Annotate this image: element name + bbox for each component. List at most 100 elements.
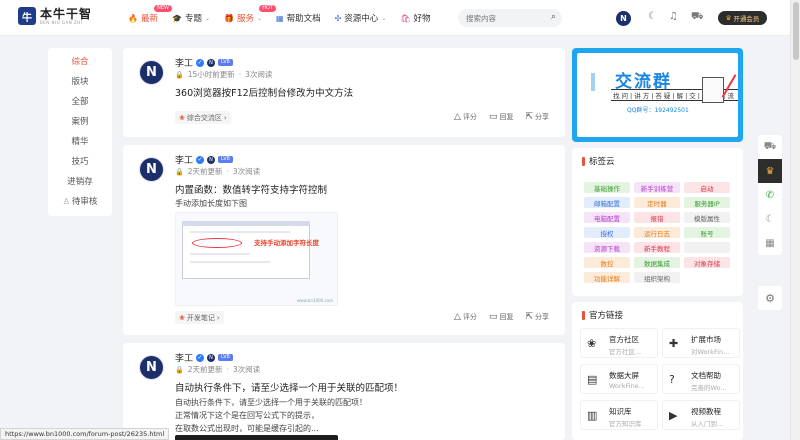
moon-icon[interactable]: ☾: [648, 11, 657, 22]
post-title[interactable]: 自动执行条件下，请至少选择一个用于关联的匹配项！: [175, 380, 403, 394]
cart-icon[interactable]: ⛟: [691, 11, 704, 24]
thumbnail-screenshot: [182, 221, 310, 279]
nav-services[interactable]: 🎁 服务 ⌄ HOT: [224, 5, 277, 24]
nav-goods[interactable]: 🛍 好物: [400, 12, 430, 25]
author-row: 李工 ✓ N LV8: [175, 56, 233, 69]
action-label: 分享: [535, 113, 549, 121]
sidebar-item-overall[interactable]: 综合: [48, 52, 112, 72]
action-label: 评分: [462, 113, 477, 121]
official-links-card: 官方链接 ❀ 官方社区 官方社区... ✚ 扩展市场 对WorkFin... ▤ 数据大屏 Wo…: [572, 302, 743, 440]
tag-item[interactable]: 授权: [584, 227, 630, 238]
highlight-circle: [192, 238, 242, 248]
sidebar-item-pending[interactable]: ♙ 待审核: [48, 192, 112, 212]
author-avatar[interactable]: N: [139, 355, 164, 380]
chevron-down-icon: ⌄: [204, 14, 210, 22]
nav-resource-center[interactable]: ✣ 资源中心 ⌄: [334, 12, 387, 25]
qr-code-button[interactable]: ▦: [758, 231, 782, 255]
share-button[interactable]: ⇱ 分享: [525, 312, 549, 322]
site-logo[interactable]: 牛 本牛干智 BEN NIU GAN ZHI: [18, 7, 92, 25]
author-avatar[interactable]: N: [139, 60, 164, 85]
sidebar-item-tips[interactable]: 技巧: [48, 152, 112, 172]
tag-item[interactable]: [684, 242, 730, 253]
dark-mode-button[interactable]: ☾: [758, 207, 782, 231]
share-button[interactable]: ⇱ 分享: [525, 112, 549, 122]
tag-item[interactable]: 邮箱配置: [584, 197, 630, 208]
tag-item[interactable]: 数据集成: [634, 257, 680, 268]
page-scrollbar[interactable]: [790, 0, 800, 440]
open-vip-button[interactable]: ♛ 开通会员: [718, 11, 767, 25]
link-description: 从入门到...: [691, 420, 724, 428]
group-banner[interactable]: 交流群 找问|讲方|答疑|解|交|交|交|流 QQ群号：192492501: [572, 48, 743, 142]
nav-topics[interactable]: 🎓 专题 ⌄: [172, 12, 210, 25]
tag-icon: ❀: [179, 313, 185, 322]
excerpt-line: 自动执行条件下，请至少选择一个用于关联的匹配项！: [175, 398, 367, 407]
tag-item[interactable]: 服务器IP: [684, 197, 730, 208]
search-icon[interactable]: ⌕: [551, 12, 556, 22]
scrollbar-thumb[interactable]: [793, 2, 799, 60]
crown-icon: ♛: [725, 14, 732, 22]
nav-label: 帮助文档: [286, 14, 321, 24]
sidebar-item-all[interactable]: 全部: [48, 92, 112, 112]
post-card[interactable]: N 李工 ✓ N LV8 🔒 2天前更新 · 3次阅读 自动执行条件下，请至少选…: [123, 343, 565, 440]
post-title[interactable]: 360浏览器按F12后控制台修改为中文方法: [175, 85, 353, 99]
tag-item[interactable]: 定时器: [634, 197, 680, 208]
tag-item[interactable]: 模版属性: [684, 212, 730, 223]
author-name[interactable]: 李工: [175, 351, 193, 364]
reply-button[interactable]: ▭ 回复: [489, 312, 514, 322]
official-link-item[interactable]: ❀ 官方社区 官方社区...: [580, 328, 658, 358]
tag-item[interactable]: 资源下载: [584, 242, 630, 253]
post-reads: 3次阅读: [232, 365, 261, 374]
tag-item[interactable]: 电脑配置: [584, 212, 630, 223]
tag-item[interactable]: 新手教程: [634, 242, 680, 253]
tag-item[interactable]: 新手训练营: [634, 182, 680, 193]
rate-button[interactable]: △ 评分: [454, 312, 477, 322]
official-link-item[interactable]: ▤ 数据大屏 WorkFine...: [580, 364, 658, 394]
tag-item[interactable]: 报错: [634, 212, 680, 223]
reply-button[interactable]: ▭ 回复: [489, 112, 514, 122]
nav-latest[interactable]: 🔥 最新 NEW: [128, 5, 172, 24]
top-header: 牛 本牛干智 BEN NIU GAN ZHI 🔥 最新 NEW 🎓 专题 ⌄ 🎁…: [0, 0, 790, 36]
settings-button[interactable]: ⚙: [758, 286, 782, 310]
official-link-item[interactable]: ▥ 知识库 官方知识库: [580, 400, 658, 430]
official-link-item[interactable]: ▶ 视频教程 从入门到...: [662, 400, 740, 430]
author-name[interactable]: 李工: [175, 153, 193, 166]
tag-item[interactable]: 数控: [584, 257, 630, 268]
sidebar-item-inventory[interactable]: 进销存: [48, 172, 112, 192]
tag-item[interactable]: 启动: [684, 182, 730, 193]
post-thumbnail[interactable]: [175, 435, 338, 440]
tag-icon: ❀: [179, 113, 185, 122]
resource-icon: ✣: [334, 13, 342, 23]
user-icon: ♙: [62, 197, 70, 206]
post-tag[interactable]: ❀ 开发笔记 ›: [175, 311, 224, 324]
author-row: 李工 ✓ N LV8: [175, 351, 233, 364]
official-link-item[interactable]: ? 文档帮助 完善的Wo...: [662, 364, 740, 394]
official-link-item[interactable]: ✚ 扩展市场 对WorkFin...: [662, 328, 740, 358]
left-sidebar: 综合 版块 全部 案例 精华 技巧 进销存 ♙ 待审核: [48, 48, 112, 216]
tag-item[interactable]: 功能详解: [584, 272, 630, 283]
rate-button[interactable]: △ 评分: [454, 112, 477, 122]
tag-item[interactable]: 基础操作: [584, 182, 630, 193]
sidebar-item-sections[interactable]: 版块: [48, 72, 112, 92]
tag-item[interactable]: 对象存储: [684, 257, 730, 268]
thumbnail-line: [190, 261, 270, 263]
user-avatar[interactable]: N: [616, 11, 631, 26]
tag-item[interactable]: 账号: [684, 227, 730, 238]
bell-icon[interactable]: ♫: [669, 11, 678, 22]
post-title[interactable]: 内置函数：数值转字符支持字符控制: [175, 182, 327, 196]
vip-button[interactable]: ♛: [758, 159, 782, 183]
chevron-right-icon: ›: [216, 313, 220, 322]
tag-item[interactable]: 组织架构: [634, 272, 680, 283]
post-card[interactable]: N 李工 ✓ N LV8 🔒 15小时前更新 · 3次阅读 360浏览器按F12…: [123, 48, 565, 137]
search-input[interactable]: [458, 9, 538, 27]
post-thumbnail[interactable]: 支持手动添加字符长度 www.bn1000.com: [175, 212, 338, 306]
author-avatar[interactable]: N: [139, 157, 164, 182]
author-name[interactable]: 李工: [175, 56, 193, 69]
post-tag[interactable]: ❀ 综合交流区 ›: [175, 111, 231, 124]
tag-item[interactable]: 运行日志: [634, 227, 680, 238]
nav-help-docs[interactable]: ▦ 帮助文档: [276, 12, 321, 25]
sidebar-item-cases[interactable]: 案例: [48, 112, 112, 132]
sidebar-item-featured[interactable]: 精华: [48, 132, 112, 152]
cart-button[interactable]: ⛟: [758, 135, 782, 159]
post-card[interactable]: N 李工 ✓ N LV8 🔒 2天前更新 · 3次阅读 内置函数：数值转字符支持…: [123, 145, 565, 335]
wechat-button[interactable]: ✆: [758, 183, 782, 207]
